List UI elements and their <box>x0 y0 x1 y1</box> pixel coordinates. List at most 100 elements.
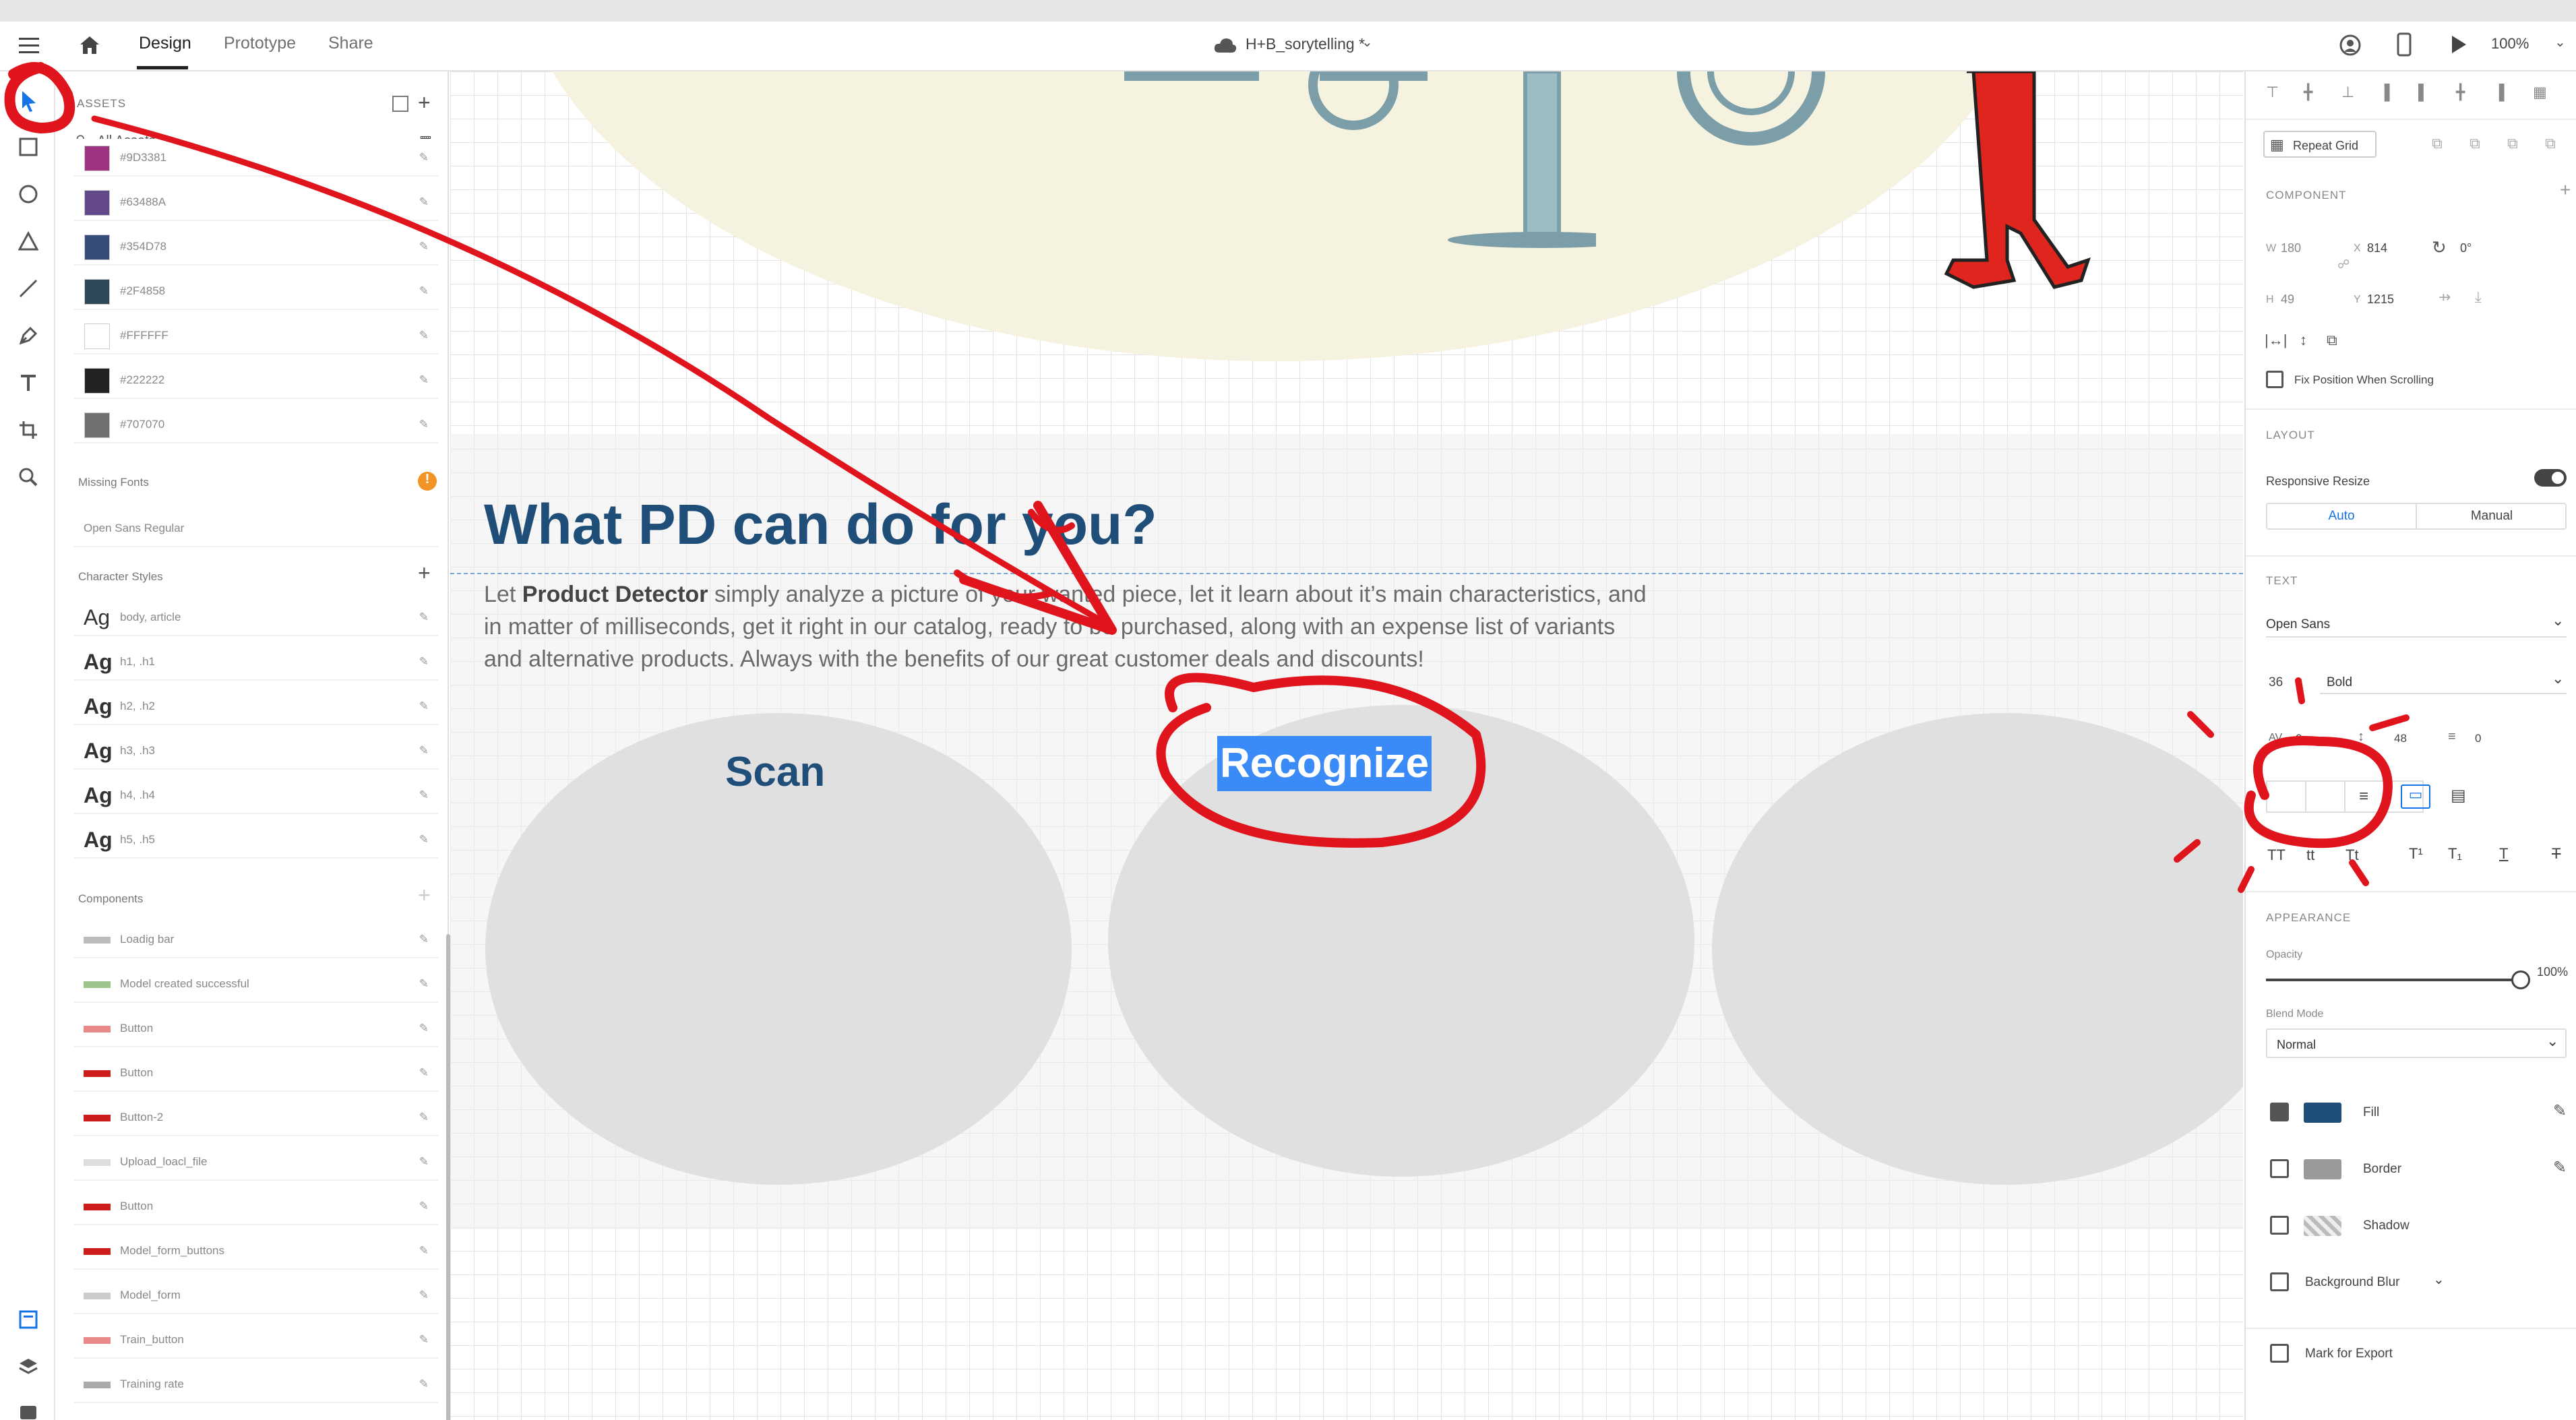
device-preview-icon[interactable] <box>2397 32 2412 57</box>
chevron-down-icon[interactable]: ⌄ <box>2433 1271 2445 1288</box>
auto-button[interactable]: Auto <box>2267 504 2417 528</box>
edit-icon[interactable]: ✎ <box>419 1066 429 1080</box>
edit-icon[interactable]: ✎ <box>419 151 429 164</box>
edit-icon[interactable]: ✎ <box>419 240 429 253</box>
edit-icon[interactable]: ✎ <box>419 700 429 713</box>
opacity-value[interactable]: 100% <box>2537 965 2568 979</box>
document-title[interactable]: H+B_sorytelling * <box>1246 35 1365 53</box>
tab-design[interactable]: Design <box>139 34 191 53</box>
align-left-icon[interactable]: ▌ <box>2418 84 2429 101</box>
text-tool-icon[interactable] <box>13 368 43 398</box>
subscript-icon[interactable]: T₁ <box>2448 845 2462 863</box>
component-row[interactable]: Button ✎ <box>74 1010 438 1047</box>
add-component-icon[interactable]: + <box>418 883 431 908</box>
color-swatch-row[interactable]: #354D78 ✎ <box>74 228 438 266</box>
component-row[interactable]: Loadig bar ✎ <box>74 921 438 958</box>
section-heading[interactable]: What PD can do for you? <box>484 492 1157 557</box>
responsive-resize-toggle[interactable] <box>2534 469 2567 487</box>
y-value[interactable]: 1215 <box>2367 292 2394 307</box>
edit-icon[interactable]: ✎ <box>419 1378 429 1391</box>
chevron-down-icon[interactable]: ⌄ <box>2554 34 2566 51</box>
auto-width-text-icon[interactable]: ▭ <box>2401 784 2430 809</box>
design-canvas[interactable]: What PD can do for you? Let Product Dete… <box>450 71 2243 1420</box>
edit-icon[interactable]: ✎ <box>419 1022 429 1035</box>
edit-icon[interactable]: ✎ <box>419 833 429 846</box>
edit-icon[interactable]: ✎ <box>419 373 429 387</box>
component-row[interactable]: Train_button ✎ <box>74 1321 438 1359</box>
height-value[interactable]: 49 <box>2281 292 2294 307</box>
eyedropper-icon[interactable]: ✎ <box>2553 1101 2567 1121</box>
edit-icon[interactable]: ✎ <box>419 933 429 946</box>
tab-share[interactable]: Share <box>328 34 373 53</box>
character-style-row[interactable]: Ag h5, .h5 ✎ <box>74 821 438 859</box>
tab-prototype[interactable]: Prototype <box>224 34 296 53</box>
component-row[interactable]: Upload_loacl_file ✎ <box>74 1143 438 1181</box>
edit-icon[interactable]: ✎ <box>419 611 429 624</box>
superscript-icon[interactable]: T¹ <box>2409 845 2423 863</box>
home-icon[interactable] <box>78 34 101 57</box>
fill-checkbox[interactable] <box>2270 1103 2289 1121</box>
lock-aspect-icon[interactable]: ☍ <box>2337 257 2350 272</box>
edit-icon[interactable]: ✎ <box>419 977 429 991</box>
align-center-icon[interactable]: ╋ <box>2456 84 2465 101</box>
component-row[interactable]: Training rate ✎ <box>74 1365 438 1403</box>
boolean-add-icon[interactable]: ⧉ <box>2432 135 2443 152</box>
edit-icon[interactable]: ✎ <box>419 1155 429 1169</box>
character-style-row[interactable]: Ag h4, .h4 ✎ <box>74 776 438 814</box>
zoom-level[interactable]: 100% <box>2491 35 2529 53</box>
repeat-grid-button[interactable]: ▦ Repeat Grid <box>2263 131 2376 158</box>
component-row[interactable]: Model_form_buttons ✎ <box>74 1232 438 1270</box>
layers-panel-icon[interactable] <box>13 1352 43 1382</box>
edit-icon[interactable]: ✎ <box>419 195 429 209</box>
manual-button[interactable]: Manual <box>2417 504 2567 528</box>
align-middle-icon[interactable]: ╋ <box>2304 84 2312 101</box>
line-tool-icon[interactable] <box>13 274 43 303</box>
user-avatar-icon[interactable] <box>2339 34 2362 57</box>
color-swatch-row[interactable]: #9D3381 ✎ <box>74 139 438 177</box>
character-style-row[interactable]: Ag body, article ✎ <box>74 598 438 636</box>
add-asset-icon[interactable]: + <box>418 90 431 115</box>
color-swatch-row[interactable]: #222222 ✎ <box>74 361 438 399</box>
boolean-exclude-icon[interactable]: ⧉ <box>2545 135 2556 152</box>
char-spacing-value[interactable]: 0 <box>2296 732 2302 745</box>
fill-color-chip[interactable] <box>2304 1103 2341 1123</box>
edit-icon[interactable]: ✎ <box>419 284 429 298</box>
ellipse-tool-icon[interactable] <box>13 179 43 209</box>
add-state-icon[interactable]: + <box>2560 179 2571 201</box>
polygon-tool-icon[interactable] <box>13 226 43 256</box>
color-swatch-row[interactable]: #707070 ✎ <box>74 406 438 443</box>
fix-position-checkbox[interactable] <box>2266 371 2283 388</box>
distribute-vertical-icon[interactable]: ▐ <box>2379 84 2390 101</box>
opacity-slider-handle[interactable] <box>2511 970 2530 989</box>
eyedropper-icon[interactable]: ✎ <box>2553 1158 2567 1177</box>
mark-for-export-checkbox[interactable] <box>2270 1344 2289 1363</box>
align-right-text-icon[interactable]: ≡ <box>2359 787 2368 806</box>
rotation-value[interactable]: 0° <box>2460 241 2472 255</box>
font-size-value[interactable]: 36 <box>2269 675 2283 690</box>
flip-vertical-icon[interactable]: ⤓ <box>2475 288 2482 306</box>
missing-font-row[interactable]: Open Sans Regular <box>74 510 438 547</box>
boolean-subtract-icon[interactable]: ⧉ <box>2470 135 2480 152</box>
section-paragraph[interactable]: Let Product Detector simply analyze a pi… <box>484 578 1765 675</box>
border-color-chip[interactable] <box>2304 1159 2341 1179</box>
edit-icon[interactable]: ✎ <box>419 1111 429 1124</box>
card-title-recognize[interactable]: Recognize <box>1217 736 1432 791</box>
component-row[interactable]: Button ✎ <box>74 1187 438 1225</box>
edit-icon[interactable]: ✎ <box>419 1333 429 1347</box>
rectangle-tool-icon[interactable] <box>13 132 43 162</box>
align-right-icon[interactable]: ▐ <box>2494 84 2505 101</box>
edit-icon[interactable]: ✎ <box>419 418 429 431</box>
auto-size-icon[interactable]: ⧉ <box>2327 332 2337 349</box>
assets-panel-icon[interactable] <box>13 1305 43 1334</box>
plugins-panel-icon[interactable] <box>13 1396 43 1420</box>
font-weight-select[interactable]: Bold ⌄ <box>2320 667 2567 694</box>
opacity-slider-track[interactable] <box>2266 979 2518 981</box>
align-top-icon[interactable]: ⊤ <box>2266 84 2279 101</box>
color-swatch-row[interactable]: #63488A ✎ <box>74 183 438 221</box>
edit-icon[interactable]: ✎ <box>419 1200 429 1213</box>
edit-icon[interactable]: ✎ <box>419 744 429 758</box>
select-tool-icon[interactable] <box>13 86 43 116</box>
artboard-tool-icon[interactable] <box>13 415 43 445</box>
edit-icon[interactable]: ✎ <box>419 655 429 669</box>
edit-icon[interactable]: ✎ <box>419 1289 429 1302</box>
